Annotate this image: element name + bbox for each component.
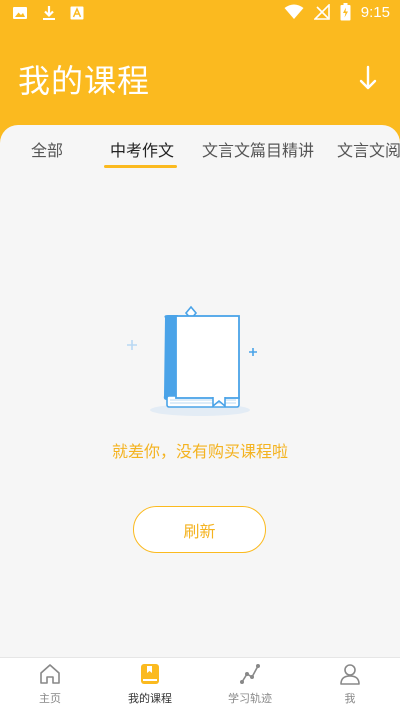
image-icon <box>13 7 27 19</box>
download-button[interactable] <box>354 60 382 96</box>
status-bar: 9:15 <box>0 0 400 28</box>
nav-item-me[interactable]: 我 <box>300 658 400 711</box>
content-card: 全部 中考作文 文言文篇目精讲 文言文阅 就差你，没有购买课程啦 刷新 <box>0 125 400 657</box>
battery-charging-icon <box>340 3 351 21</box>
tab-classical-chinese-lectures[interactable]: 文言文篇目精讲 <box>202 137 314 161</box>
empty-illustration <box>120 300 270 429</box>
nav-label-home: 主页 <box>39 692 61 705</box>
status-right-icons: 9:15 <box>284 3 390 21</box>
nav-label-learning-track: 学习轨迹 <box>228 692 272 705</box>
tab-zhongkao-essay[interactable]: 中考作文 <box>110 137 174 161</box>
download-icon <box>43 6 55 20</box>
page-title: 我的课程 <box>18 62 151 100</box>
wifi-icon <box>284 4 304 19</box>
screen: 9:15 我的课程 全部 中考作文 文言文篇目精讲 文言文阅 就差你，没有购买课… <box>0 0 400 711</box>
a-icon <box>70 6 84 20</box>
nav-item-my-courses[interactable]: 我的课程 <box>100 658 200 711</box>
course-book-icon <box>141 664 159 684</box>
nav-item-home[interactable]: 主页 <box>0 658 100 711</box>
empty-state-message: 就差你，没有购买课程啦 <box>111 442 288 461</box>
book-icon <box>127 305 257 416</box>
tab-all[interactable]: 全部 <box>31 137 63 161</box>
tab-classical-chinese-reading[interactable]: 文言文阅 <box>337 137 400 161</box>
profile-icon <box>340 664 360 685</box>
nav-label-me: 我 <box>344 692 356 705</box>
refresh-button[interactable]: 刷新 <box>133 506 266 553</box>
status-time: 9:15 <box>360 3 390 21</box>
bottom-nav: 主页 我的课程 学习轨迹 我 <box>0 657 400 711</box>
active-tab-indicator <box>104 165 177 168</box>
arrow-down-icon <box>359 65 377 90</box>
home-icon <box>40 664 60 684</box>
nav-label-my-courses: 我的课程 <box>128 692 172 705</box>
no-signal-icon <box>313 4 330 20</box>
tab-bar: 全部 中考作文 文言文篇目精讲 文言文阅 <box>0 125 400 173</box>
trajectory-icon <box>240 664 260 684</box>
header: 9:15 我的课程 <box>0 0 400 145</box>
status-left-icons <box>12 5 84 21</box>
nav-item-learning-track[interactable]: 学习轨迹 <box>200 658 300 711</box>
